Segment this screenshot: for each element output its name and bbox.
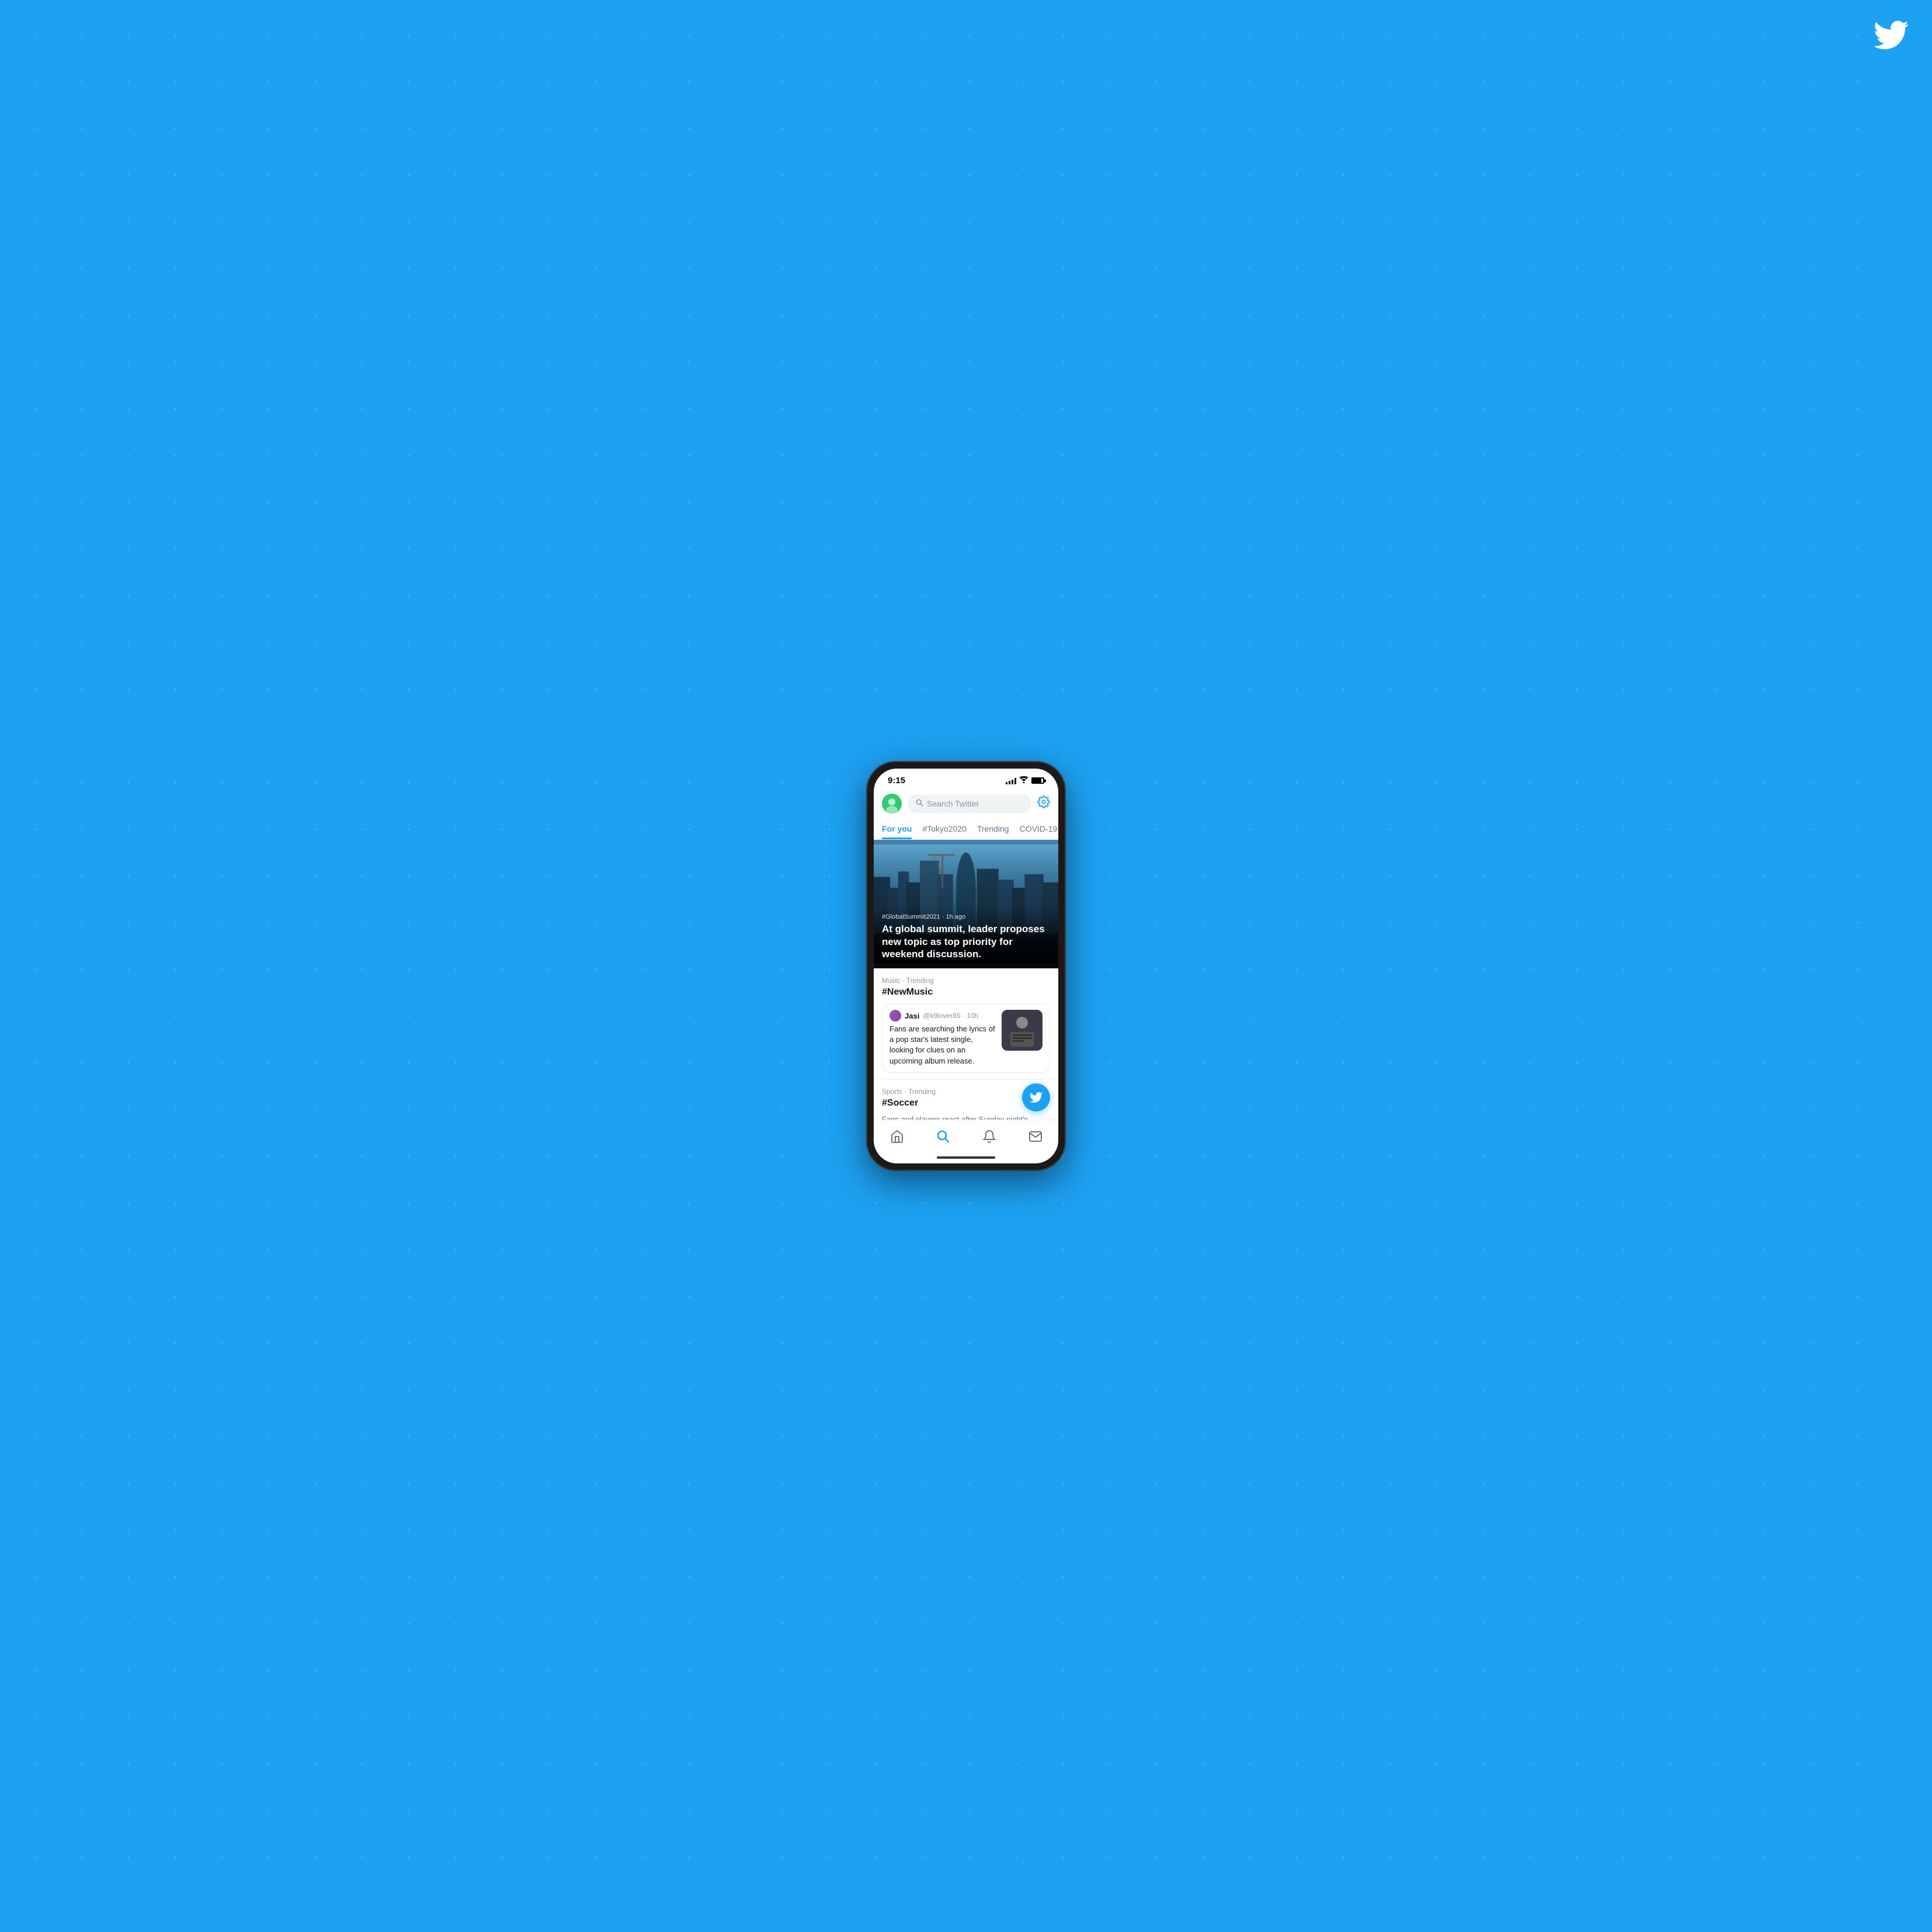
phone-screen: 9:15 <box>874 769 1058 1163</box>
user-avatar[interactable] <box>882 794 902 814</box>
hero-card[interactable]: #GlobalSummit2021 · 1h ago At global sum… <box>874 840 1058 968</box>
tweet-handle-1: @k9lover85 · 10h <box>923 1012 978 1020</box>
nav-notifications[interactable] <box>973 1126 1006 1147</box>
twitter-logo-corner <box>1874 18 1909 61</box>
signal-icon <box>1006 777 1016 784</box>
bottom-nav <box>874 1120 1058 1152</box>
battery-icon <box>1031 777 1044 784</box>
home-bar <box>937 1156 995 1159</box>
tab-covid[interactable]: COVID-19 <box>1020 818 1058 839</box>
settings-icon[interactable] <box>1037 795 1050 812</box>
tweet-username-1: Jasi <box>905 1012 919 1020</box>
tab-for-you[interactable]: For you <box>882 818 912 839</box>
hero-title: At global summit, leader proposes new to… <box>882 923 1050 960</box>
nav-messages[interactable] <box>1019 1126 1052 1147</box>
tab-trending[interactable]: Trending <box>977 818 1009 839</box>
phone-frame: 9:15 <box>867 762 1065 1170</box>
status-time: 9:15 <box>888 776 905 786</box>
trend-description-2: Fans and players react after Sunday nigh… <box>882 1114 1050 1120</box>
search-bar[interactable]: Search Twitter <box>908 794 1031 813</box>
content-scroll[interactable]: #GlobalSummit2021 · 1h ago At global sum… <box>874 840 1058 1120</box>
status-icons <box>1006 776 1044 785</box>
search-header: Search Twitter <box>874 789 1058 818</box>
hero-tag: #GlobalSummit2021 · 1h ago <box>882 913 1050 920</box>
tweet-user-row-1: Jasi @k9lover85 · 10h <box>889 1010 997 1021</box>
trend-category-1: Music · Trending <box>882 977 1050 985</box>
tweet-text-1: Fans are searching the lyrics of a pop s… <box>889 1024 997 1066</box>
tweet-content-1: Jasi @k9lover85 · 10h Fans are searching… <box>889 1010 997 1066</box>
search-icon <box>916 799 923 808</box>
nav-search[interactable] <box>927 1126 960 1147</box>
tweet-image-1 <box>1002 1010 1043 1051</box>
tweet-avatar-1 <box>889 1010 901 1021</box>
tabs-row: For you #Tokyo2020 Trending COVID-19 <box>874 818 1058 840</box>
search-placeholder-text: Search Twitter <box>927 799 979 808</box>
nav-home[interactable] <box>881 1126 913 1147</box>
wifi-icon <box>1019 776 1028 785</box>
hero-overlay: #GlobalSummit2021 · 1h ago At global sum… <box>874 905 1058 968</box>
status-bar: 9:15 <box>874 769 1058 789</box>
tweet-preview-card-1[interactable]: Jasi @k9lover85 · 10h Fans are searching… <box>882 1003 1050 1073</box>
tab-tokyo[interactable]: #Tokyo2020 <box>922 818 967 839</box>
trend-new-music[interactable]: Music · Trending #NewMusic Jasi @k9lover… <box>874 968 1058 1079</box>
compose-fab-button[interactable] <box>1022 1083 1050 1111</box>
phone-device: 9:15 <box>867 762 1065 1170</box>
home-indicator <box>874 1152 1058 1163</box>
trend-name-1: #NewMusic <box>882 987 1050 998</box>
